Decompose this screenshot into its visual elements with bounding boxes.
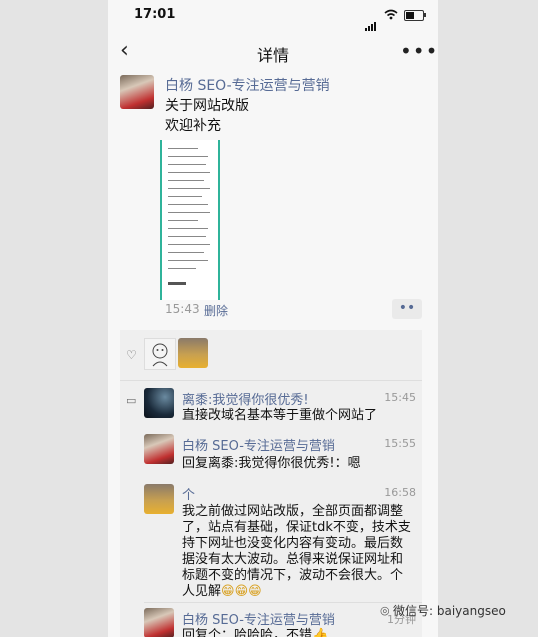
comment-author[interactable]: 离黍:我觉得你很优秀! (182, 389, 309, 408)
avatar[interactable] (144, 434, 174, 464)
delete-button[interactable]: 删除 (204, 302, 228, 319)
comment-text[interactable]: 直接改域名基本等于重做个网站了 (182, 408, 377, 424)
grin-emoji-icon: 😁😁😁 (221, 584, 262, 599)
avatar[interactable] (120, 75, 154, 109)
post-actions-button[interactable]: •• (392, 299, 422, 319)
status-time: 17:01 (134, 7, 176, 22)
page-title: 详情 (256, 46, 289, 65)
post-line: 关于网站改版 (165, 98, 249, 114)
divider (120, 380, 422, 381)
comment-line: 据没有太大波动。总得来说保证网址和 (182, 552, 404, 567)
comment-line: 了，站点有基础，保证tdk不变，技术支 (182, 520, 411, 535)
right-margin (438, 0, 538, 637)
nav-bar: ‹ 详情 ••• (108, 30, 438, 74)
comment-text[interactable]: 回复离黍:我觉得你很优秀!：嗯 (182, 456, 361, 472)
post-text: 关于网站改版 欢迎补充 (165, 96, 249, 136)
wifi-icon (384, 9, 398, 20)
battery-tip (424, 13, 426, 17)
divider (144, 602, 422, 603)
avatar[interactable] (144, 338, 176, 370)
comment-text[interactable]: 回复个：哈哈哈，不错👍 (182, 628, 328, 637)
comment-author[interactable]: 白杨 SEO-专注运营与营销 (182, 435, 335, 454)
wechat-icon: ◎ (380, 604, 390, 617)
watermark: 微信号: baiyangseo (393, 604, 506, 618)
phone-screen: 17:01 ‹ 详情 ••• 白杨 SEO-专注运营与营销 关于网站改版 欢迎补… (108, 0, 438, 637)
post-time: 15:43 (165, 302, 200, 316)
comment-line: 我之前做过网站改版，全部页面都调整 (182, 504, 404, 519)
left-margin (0, 0, 108, 637)
status-bar: 17:01 (108, 0, 438, 31)
post-line: 欢迎补充 (165, 118, 221, 134)
avatar[interactable] (144, 608, 174, 637)
battery-icon (404, 10, 424, 21)
avatar[interactable] (144, 388, 174, 418)
post-author[interactable]: 白杨 SEO-专注运营与营销 (165, 75, 330, 95)
comment-line: 人见解😁😁😁 (182, 584, 411, 600)
signal-icon (365, 12, 377, 31)
comment-line: 标题不变的情况下，波动不会很大。个 (182, 568, 404, 583)
more-icon[interactable]: ••• (400, 39, 438, 63)
cartoon-avatar-icon (152, 343, 168, 367)
comment-line: 持下网址也没变化内容有变动。最后数 (182, 536, 404, 551)
comment-author[interactable]: 个 (182, 484, 195, 503)
comment-author[interactable]: 白杨 SEO-专注运营与营销 (182, 609, 335, 628)
document-thumbnail[interactable] (160, 140, 220, 300)
comment-line-text: 人见解 (182, 584, 222, 599)
comment-bubble-icon: ▭ (126, 394, 137, 407)
comment-time: 15:55 (384, 437, 416, 450)
heart-icon: ♡ (126, 348, 137, 362)
comment-time: 16:58 (384, 486, 416, 499)
avatar[interactable] (178, 338, 208, 368)
avatar[interactable] (144, 484, 174, 514)
comments-panel: ♡ ▭ 离黍:我觉得你很优秀! 15:45 直接改域名基本等于重做个网站了 白杨… (120, 330, 422, 637)
comment-time: 15:45 (384, 391, 416, 404)
comment-text[interactable]: 我之前做过网站改版，全部页面都调整 了，站点有基础，保证tdk不变，技术支 持下… (182, 504, 411, 600)
